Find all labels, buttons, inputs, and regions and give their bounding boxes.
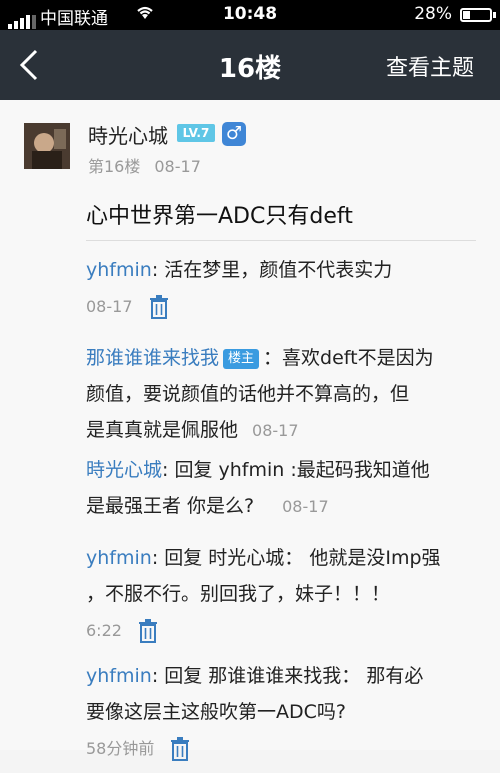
user-avatar[interactable]	[24, 123, 70, 169]
reply-author[interactable]: 那谁谁谁来找我	[86, 347, 219, 369]
navigation-bar: 16楼 查看主题	[0, 30, 500, 100]
reply-author[interactable]: yhfmin	[86, 547, 152, 569]
host-badge: 楼主	[223, 349, 260, 369]
reply-text: 要像这层主这般吹第一ADC吗?	[86, 701, 346, 723]
level-badge: LV.7	[177, 124, 215, 142]
trash-icon[interactable]	[138, 618, 158, 643]
reply-time: 08-17	[86, 297, 133, 316]
trash-icon[interactable]	[149, 294, 169, 319]
reply-text: 回复 yhfmin :最起码我知道他	[174, 459, 430, 481]
reply-text: 回复 那谁谁谁来找我： 那有必	[164, 665, 424, 687]
reply-text: ，不服不行。别回我了，妹子！！！	[86, 583, 391, 605]
divider	[86, 240, 476, 241]
reply-author[interactable]: yhfmin	[86, 259, 152, 281]
reply-item: 那谁谁谁来找我 楼主 ：喜欢deft不是因为 颜值，要说颜值的话他并不算高的，但 是…	[86, 340, 486, 449]
reply-text: 颜值，要说颜值的话他并不算高的，但	[86, 383, 410, 405]
reply-colon: :	[151, 665, 165, 687]
battery-icon	[460, 8, 492, 22]
status-bar: 中国联通 10:48 28%	[0, 0, 500, 30]
trash-icon[interactable]	[170, 736, 190, 761]
floor-detail: 時光心城 LV.7 ♂ 第16楼 08-17 心中世界第一ADC只有deft yh…	[0, 100, 500, 761]
male-gender-icon: ♂	[222, 122, 246, 146]
reply-item: yhfmin: 活在梦里，颜值不代表实力 08-17	[86, 252, 486, 325]
view-topic-button[interactable]: 查看主题	[386, 50, 474, 82]
battery-percentage: 28%	[414, 4, 452, 24]
reply-item: yhfmin: 回复 时光心城： 他就是没Imp强 ，不服不行。别回我了，妹子！…	[86, 540, 486, 649]
reply-colon: :	[151, 547, 165, 569]
reply-colon: ：	[263, 347, 283, 369]
reply-text: 是最强王者 你是么?	[86, 495, 255, 517]
post-date: 08-17	[154, 157, 201, 176]
floor-number: 第16楼	[88, 157, 141, 176]
reply-time: 08-17	[282, 497, 329, 516]
reply-item: yhfmin: 回复 那谁谁谁来找我： 那有必 要像这层主这般吹第一ADC吗? …	[86, 658, 486, 767]
reply-text: 回复 时光心城： 他就是没Imp强	[164, 547, 441, 569]
reply-text: 是真真就是佩服他	[86, 419, 239, 441]
reply-text: 活在梦里，颜值不代表实力	[164, 259, 393, 281]
reply-text: 喜欢deft不是因为	[282, 347, 434, 369]
reply-author[interactable]: yhfmin	[86, 665, 152, 687]
reply-colon: :	[151, 259, 165, 281]
battery-cap	[493, 12, 496, 18]
reply-colon: :	[162, 459, 175, 481]
post-meta: 第16楼 08-17	[88, 153, 201, 177]
reply-item: 時光心城: 回复 yhfmin :最起码我知道他 是最强王者 你是么? 08-17	[86, 452, 486, 525]
reply-time: 6:22	[86, 621, 122, 640]
post-content: 心中世界第一ADC只有deft	[86, 204, 353, 229]
poster-username[interactable]: 時光心城	[88, 120, 168, 149]
reply-time: 08-17	[252, 421, 299, 440]
reply-author[interactable]: 時光心城	[86, 459, 162, 481]
reply-time: 58分钟前	[86, 739, 155, 758]
